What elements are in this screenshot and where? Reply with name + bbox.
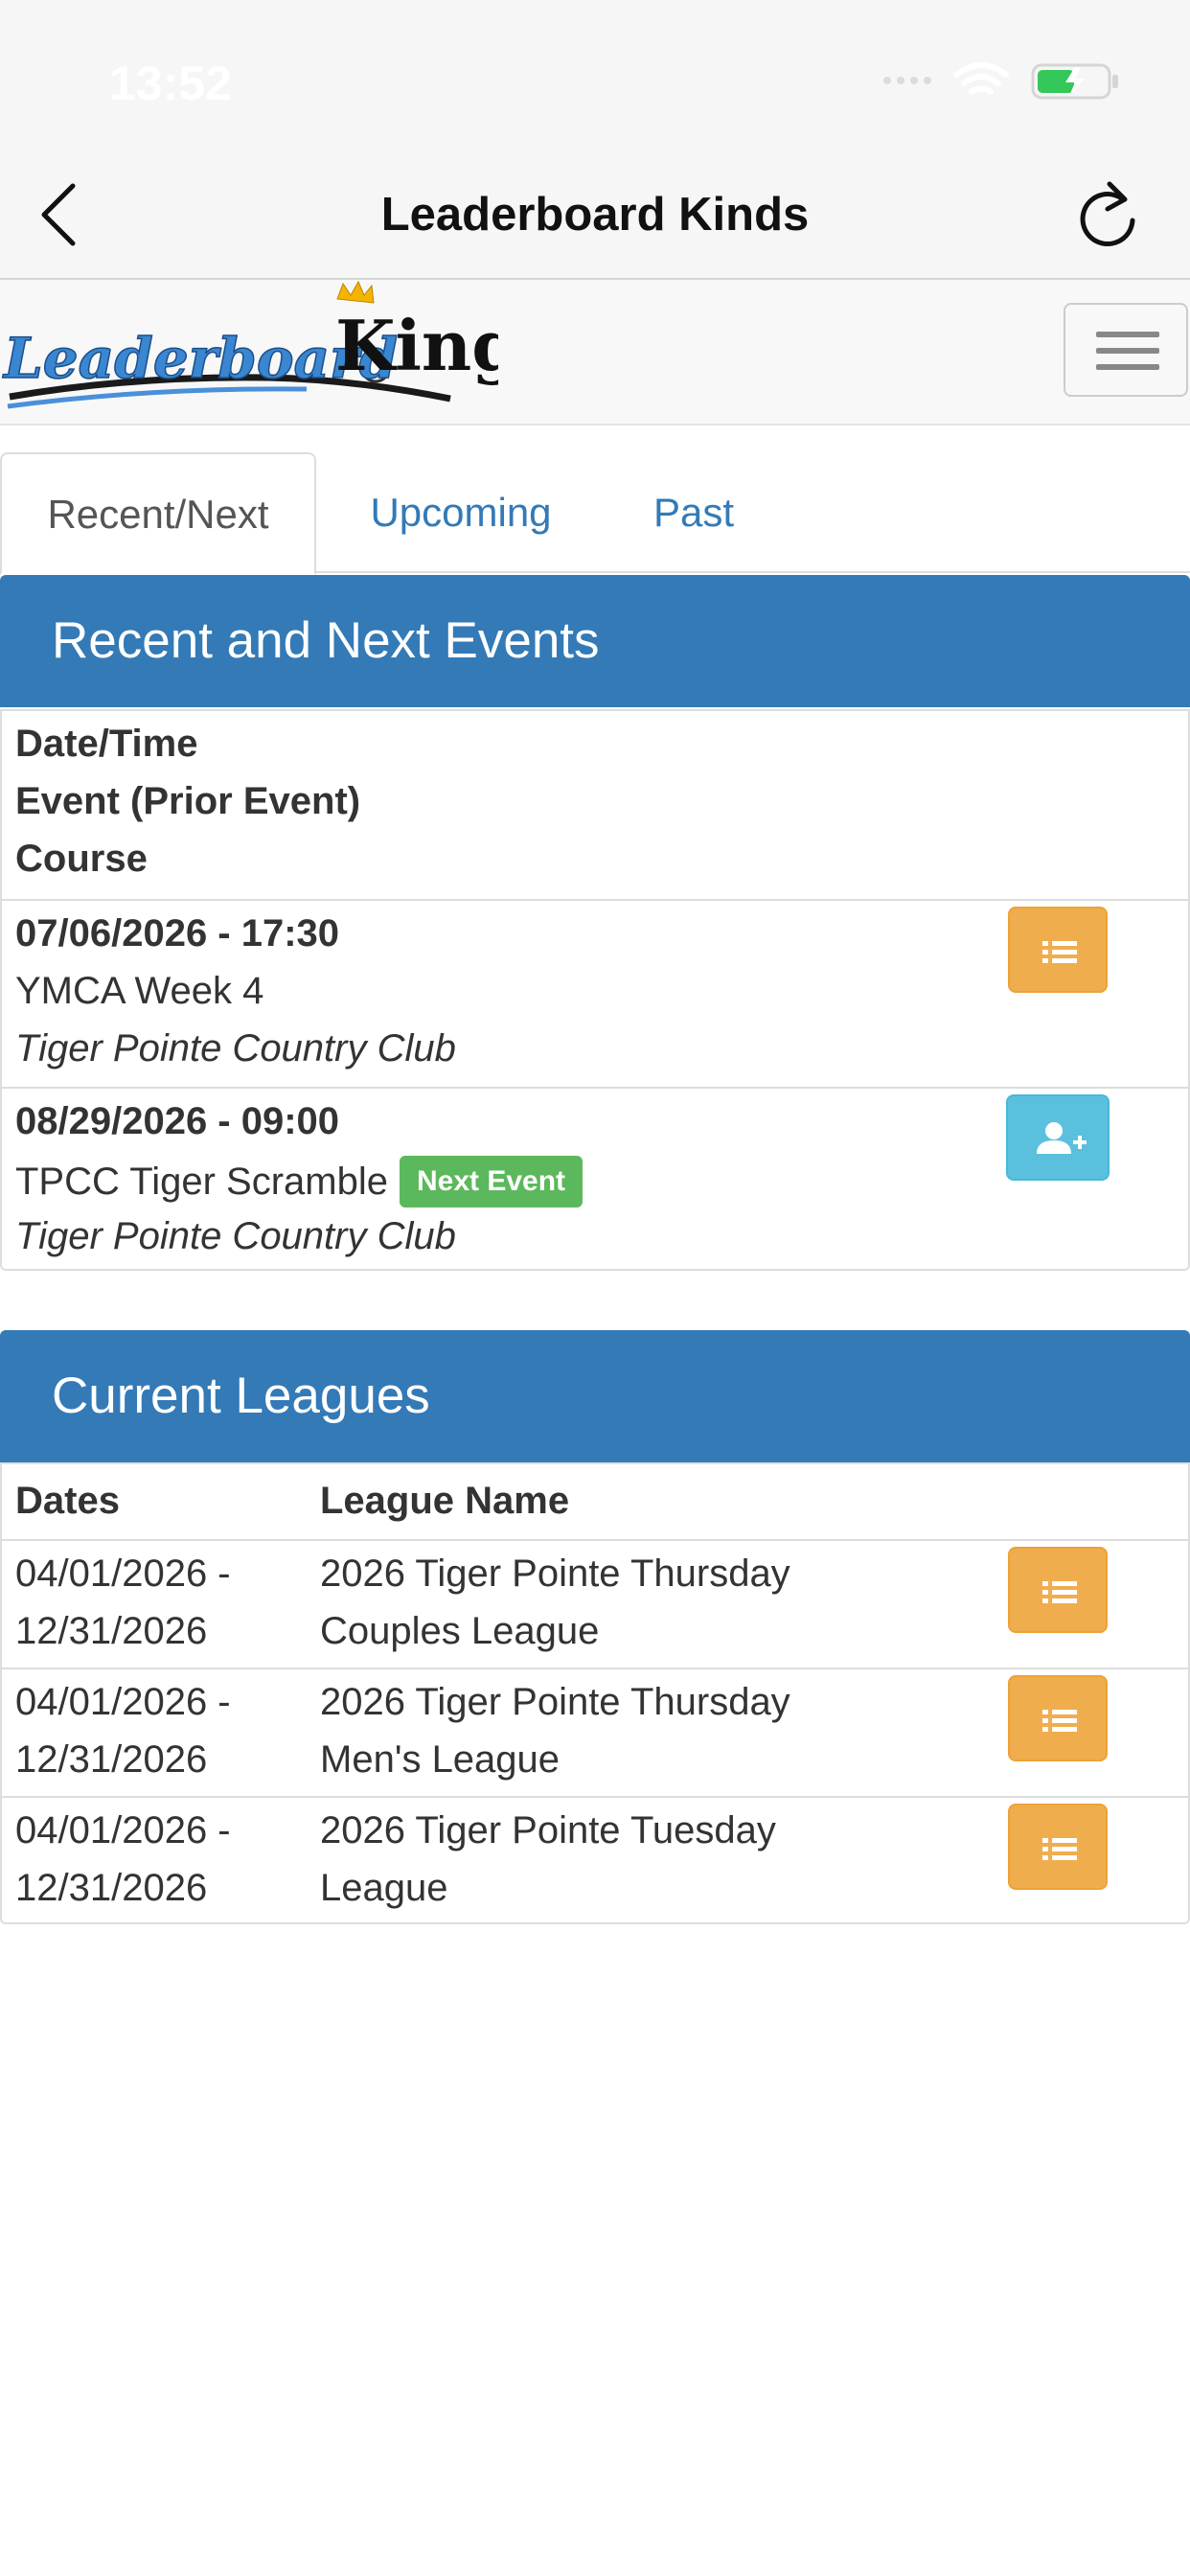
events-panel-heading: Recent and Next Events xyxy=(0,575,1190,707)
event-name-line: TPCC Tiger Scramble Next Event xyxy=(15,1156,584,1208)
view-league-button[interactable] xyxy=(1008,1675,1108,1761)
refresh-icon[interactable] xyxy=(1075,178,1142,251)
app-top-bar: 13:52 Leaderboard Kinds xyxy=(0,0,1190,280)
league-date-start: 04/01/2026 - xyxy=(15,1681,231,1723)
league-date-end: 12/31/2026 xyxy=(15,1738,208,1781)
leagues-panel-heading: Current Leagues xyxy=(0,1330,1190,1462)
event-course: Tiger Pointe Country Club xyxy=(15,1027,456,1070)
logo-text-secondary: King xyxy=(335,305,498,386)
register-button[interactable] xyxy=(1006,1094,1110,1181)
cellular-icon xyxy=(883,77,931,84)
tab-upcoming[interactable]: Upcoming xyxy=(347,452,575,573)
event-course: Tiger Pointe Country Club xyxy=(15,1215,456,1257)
events-table-header: Date/Time Event (Prior Event) Course xyxy=(2,711,1188,899)
nav-title: Leaderboard Kinds xyxy=(380,189,810,241)
status-time: 13:52 xyxy=(109,57,232,110)
table-row: 04/01/2026 - 12/31/2026 2026 Tiger Point… xyxy=(2,1796,1188,1922)
league-name: 2026 Tiger Pointe Thursday xyxy=(320,1552,790,1595)
list-icon xyxy=(1042,1710,1077,1732)
hamburger-bar xyxy=(1096,332,1159,337)
hamburger-bar xyxy=(1096,348,1159,354)
table-row: 07/06/2026 - 17:30 YMCA Week 4 Tiger Poi… xyxy=(2,899,1188,1087)
list-icon xyxy=(1042,1581,1077,1603)
wifi-icon xyxy=(953,62,1009,95)
add-user-icon xyxy=(1037,1122,1087,1154)
event-datetime: 08/29/2026 - 09:00 xyxy=(15,1100,340,1142)
league-date-start: 04/01/2026 - xyxy=(15,1552,231,1595)
column-header-datetime: Date/Time xyxy=(15,723,198,765)
column-header-league-name: League Name xyxy=(320,1480,570,1522)
view-event-button[interactable] xyxy=(1008,907,1108,993)
league-name-cont: Men's League xyxy=(320,1738,561,1781)
league-name-cont: Couples League xyxy=(320,1610,600,1652)
list-icon xyxy=(1042,1838,1077,1860)
battery-icon xyxy=(1031,63,1118,100)
status-icons xyxy=(883,62,1118,100)
hamburger-menu-button[interactable] xyxy=(1064,303,1188,397)
leagues-table-header: Dates League Name xyxy=(2,1464,1188,1539)
logo[interactable]: Leaderboard King xyxy=(0,280,498,424)
league-date-end: 12/31/2026 xyxy=(15,1867,208,1909)
event-name: TPCC Tiger Scramble xyxy=(15,1161,388,1203)
league-date-start: 04/01/2026 - xyxy=(15,1809,231,1852)
view-league-button[interactable] xyxy=(1008,1547,1108,1633)
league-name-cont: League xyxy=(320,1867,448,1909)
column-header-course: Course xyxy=(15,838,148,880)
tab-recent-next[interactable]: Recent/Next xyxy=(0,452,316,575)
table-row: 04/01/2026 - 12/31/2026 2026 Tiger Point… xyxy=(2,1668,1188,1796)
tab-past[interactable]: Past xyxy=(632,452,755,573)
league-name: 2026 Tiger Pointe Tuesday xyxy=(320,1809,776,1852)
league-date-end: 12/31/2026 xyxy=(15,1610,208,1652)
event-tabs: Recent/Next Upcoming Past xyxy=(0,452,1190,575)
leagues-table: Dates League Name 04/01/2026 - 12/31/202… xyxy=(0,1462,1190,1924)
column-header-dates: Dates xyxy=(15,1480,120,1522)
list-icon xyxy=(1042,941,1077,963)
hamburger-bar xyxy=(1096,364,1159,370)
column-header-event: Event (Prior Event) xyxy=(15,780,361,822)
site-header: Leaderboard King xyxy=(0,280,1190,426)
event-datetime: 07/06/2026 - 17:30 xyxy=(15,912,340,954)
next-event-badge: Next Event xyxy=(399,1156,584,1208)
table-row: 04/01/2026 - 12/31/2026 2026 Tiger Point… xyxy=(2,1539,1188,1668)
view-league-button[interactable] xyxy=(1008,1804,1108,1890)
events-table: Date/Time Event (Prior Event) Course 07/… xyxy=(0,709,1190,1271)
table-row: 08/29/2026 - 09:00 TPCC Tiger Scramble Ne… xyxy=(2,1087,1188,1271)
event-name: YMCA Week 4 xyxy=(15,970,264,1012)
league-name: 2026 Tiger Pointe Thursday xyxy=(320,1681,790,1723)
